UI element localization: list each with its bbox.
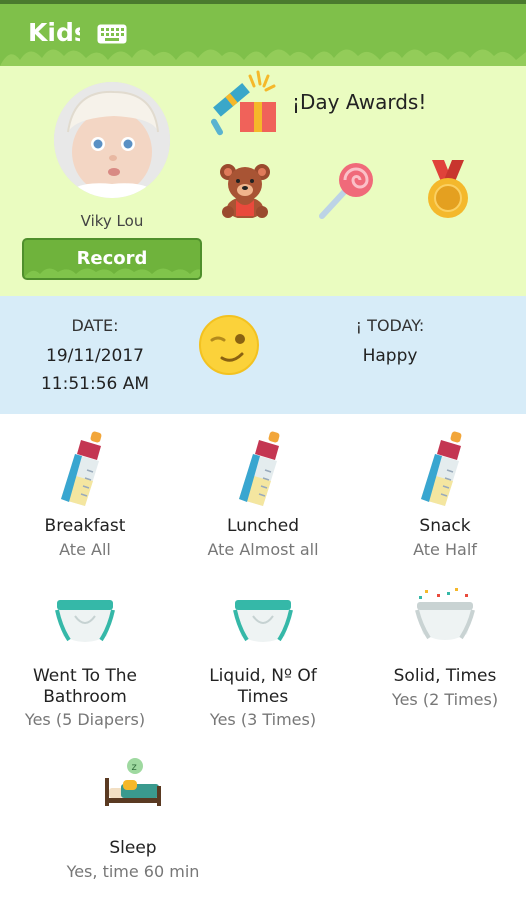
activity-name-line2: Bathroom [43,687,127,707]
activity-name: Went To The [32,666,138,686]
activity-name: Liquid, Nº Of [209,666,317,686]
app-title: Kids [28,18,80,47]
header-stripe [0,0,526,4]
baby-bottle-icon [61,431,102,506]
sleep-bed-icon: z [105,758,161,806]
activity-value: Ate Half [413,540,477,559]
mood-value: Happy [362,346,418,366]
time-value: 11:51:56 AM [40,374,150,394]
record-button-label: Record [76,248,148,269]
baby-bottle-icon [239,431,280,506]
diaper-icon [55,600,115,642]
activity-value: Ate All [59,540,111,559]
date-section: DATE: 19/11/2017 11:51:56 AM ¡ TODAY: Ha… [0,296,526,414]
activity-value: Ate Almost all [207,540,319,559]
keyboard-icon[interactable] [97,24,127,44]
date-label: DATE: [71,316,119,335]
teddy-bear-icon [220,164,270,218]
lollipop-icon [319,163,373,219]
activity-value: Yes (3 Times) [209,710,317,729]
activity-name: Sleep [109,838,157,858]
wink-face-icon[interactable] [198,314,260,376]
record-button[interactable]: Record [22,238,202,280]
activity-name: Lunched [226,516,300,536]
today-label: ¡ TODAY: [355,316,425,335]
profile-section: Viky Lou Record ¡Day Awards! [0,66,526,296]
app-header: Kids [0,0,526,66]
awards-title: ¡Day Awards! [292,90,427,114]
child-name: Viky Lou [80,212,144,230]
diaper-confetti-icon [415,588,475,640]
gift-icon [211,70,276,136]
medal-icon [428,160,468,218]
date-value: 19/11/2017 [46,346,144,366]
activity-name-line2: Times [237,687,289,707]
activity-name: Snack [419,516,471,536]
activity-value: Yes, time 60 min [66,862,200,881]
activity-name: Breakfast [44,516,126,536]
diaper-icon [233,600,293,642]
svg-text:z: z [132,762,137,773]
baby-bottle-icon [421,431,462,506]
activity-name: Solid, Times [393,666,497,686]
child-avatar[interactable] [54,82,170,198]
activity-value: Yes (5 Diapers) [24,710,146,729]
activity-value: Yes (2 Times) [391,690,499,709]
